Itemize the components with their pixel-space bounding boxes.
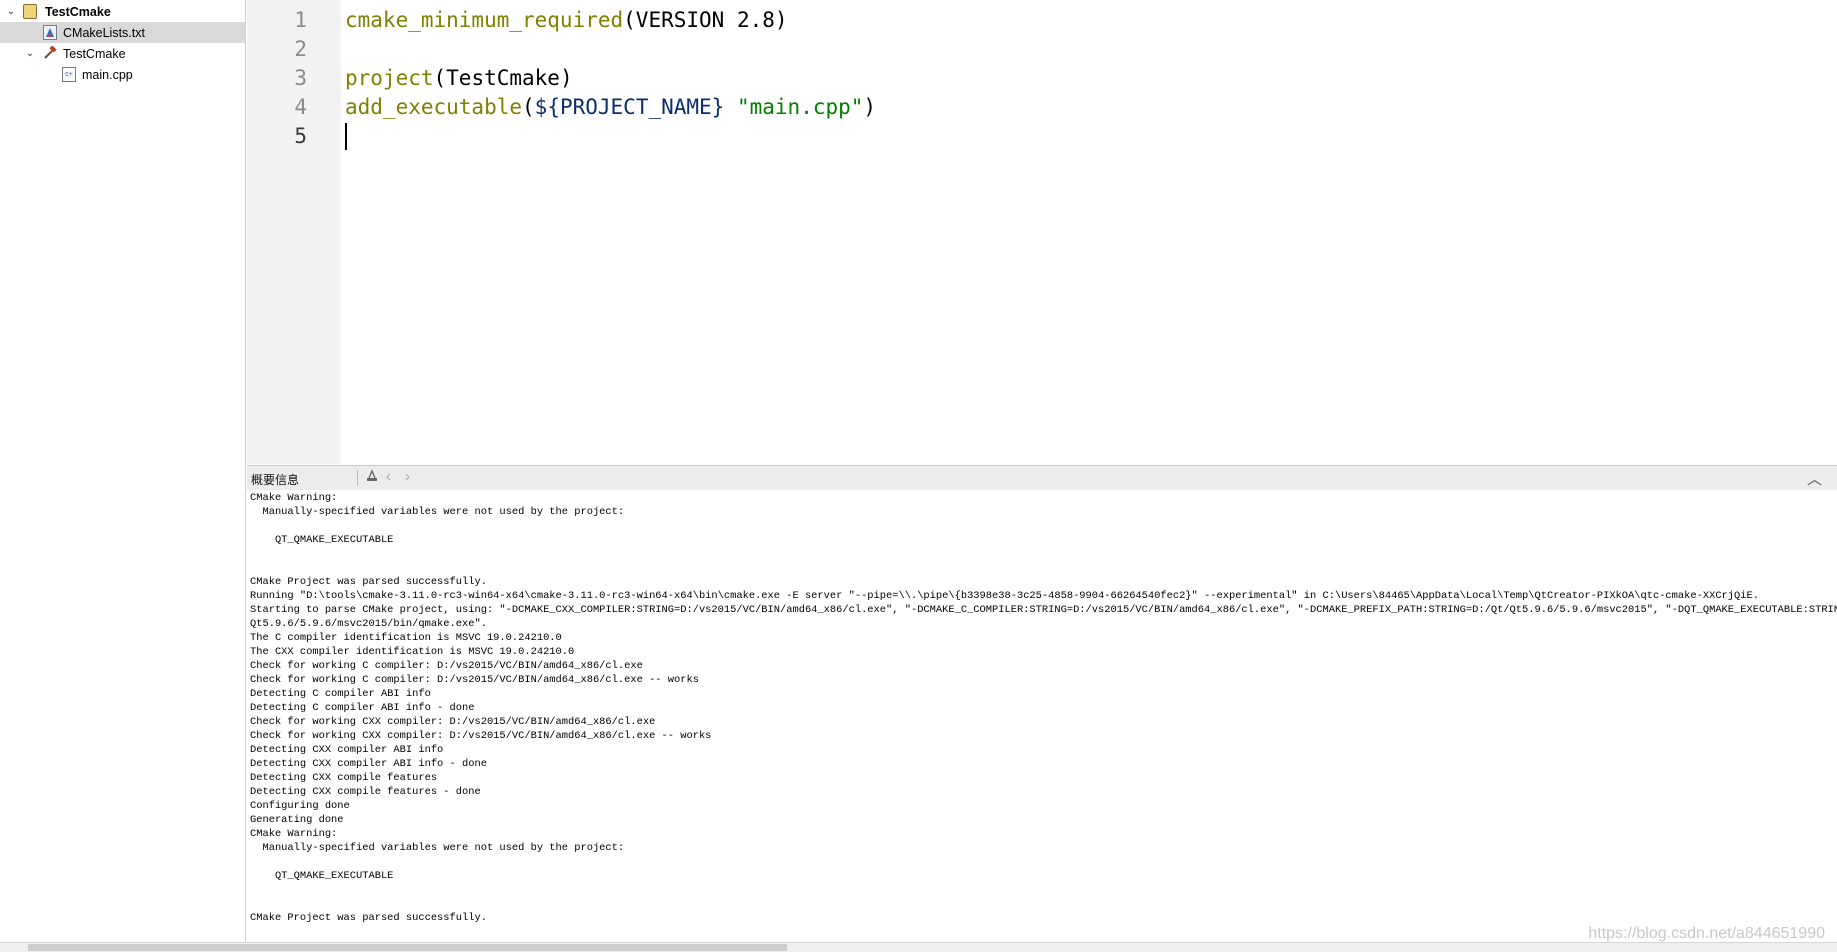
output-line: The C compiler identification is MSVC 19… bbox=[250, 632, 562, 644]
next-icon[interactable]: › bbox=[405, 468, 410, 485]
output-line: QT_QMAKE_EXECUTABLE bbox=[250, 870, 394, 882]
cmake-arguments: (VERSION 2.8) bbox=[623, 8, 788, 32]
cmake-variable: ${PROJECT_NAME} bbox=[534, 95, 725, 119]
output-line: Check for working C compiler: D:/vs2015/… bbox=[250, 660, 643, 672]
cmake-command: add_executable bbox=[345, 95, 523, 119]
tree-item-project-testcmake[interactable]: ⌄ TestCmake bbox=[0, 1, 245, 22]
toolbar-divider bbox=[357, 470, 358, 486]
current-line-number: 5 bbox=[294, 124, 307, 148]
cmake-string: "main.cpp" bbox=[736, 95, 864, 119]
code-line-1: cmake_minimum_required(VERSION 2.8) bbox=[345, 8, 788, 32]
cmake-arguments: (TestCmake) bbox=[433, 66, 573, 90]
collapse-pane-icon[interactable]: ︿ bbox=[1807, 468, 1822, 489]
output-line: The CXX compiler identification is MSVC … bbox=[250, 646, 575, 658]
output-line: CMake Warning: bbox=[250, 828, 338, 840]
output-line: Check for working CXX compiler: D:/vs201… bbox=[250, 730, 712, 742]
output-line: Check for working CXX compiler: D:/vs201… bbox=[250, 716, 656, 728]
output-line: CMake Project was parsed successfully. bbox=[250, 912, 487, 924]
output-line: Detecting CXX compiler ABI info - done bbox=[250, 758, 487, 770]
tree-item-main-cpp[interactable]: c+ main.cpp bbox=[0, 64, 245, 85]
cmake-command: cmake_minimum_required bbox=[345, 8, 624, 32]
line-number: 2 bbox=[294, 37, 307, 61]
output-line: Manually-specified variables were not us… bbox=[250, 842, 625, 854]
line-number: 1 bbox=[294, 8, 307, 32]
cpp-file-icon: c+ bbox=[62, 67, 76, 82]
output-line: Detecting CXX compile features - done bbox=[250, 786, 481, 798]
previous-icon[interactable]: ‹ bbox=[386, 468, 391, 485]
scrollbar-thumb[interactable] bbox=[247, 944, 787, 951]
filter-icon[interactable] bbox=[365, 469, 379, 486]
tree-item-cmakelists[interactable]: CMakeLists.txt bbox=[0, 22, 245, 43]
output-line: Qt5.9.6/5.9.6/msvc2015/bin/qmake.exe". bbox=[250, 618, 487, 630]
output-line: Detecting C compiler ABI info bbox=[250, 688, 431, 700]
tree-item-label: main.cpp bbox=[82, 67, 133, 82]
output-line: CMake Project was parsed successfully. bbox=[250, 576, 487, 588]
code-line-4: add_executable(${PROJECT_NAME} "main.cpp… bbox=[345, 95, 876, 119]
chevron-down-icon[interactable]: ⌄ bbox=[23, 48, 37, 59]
output-line: Check for working C compiler: D:/vs2015/… bbox=[250, 674, 699, 686]
text-caret bbox=[345, 123, 347, 150]
chevron-down-icon[interactable]: ⌄ bbox=[4, 6, 18, 17]
output-line: CMake Warning: bbox=[250, 492, 338, 504]
output-line: Starting to parse CMake project, using: … bbox=[250, 604, 1837, 616]
output-line: Detecting C compiler ABI info - done bbox=[250, 702, 475, 714]
tree-item-label: CMakeLists.txt bbox=[63, 25, 145, 40]
scrollbar-thumb[interactable] bbox=[28, 944, 250, 951]
paren: ) bbox=[863, 95, 877, 119]
output-line: Detecting CXX compile features bbox=[250, 772, 438, 784]
output-pane-title[interactable]: 概要信息 bbox=[251, 471, 299, 488]
hammer-target-icon bbox=[43, 45, 57, 61]
line-number-gutter: 1 2 3 4 5 bbox=[247, 0, 341, 464]
code-editor[interactable]: 1 2 3 4 5 cmake_minimum_required(VERSION… bbox=[247, 0, 1837, 464]
output-pane-toolbar: 概要信息 ‹ › ︿ bbox=[247, 465, 1837, 491]
tree-item-target-testcmake[interactable]: ⌄ TestCmake bbox=[0, 43, 245, 64]
code-line-3: project(TestCmake) bbox=[345, 66, 573, 90]
line-number: 3 bbox=[294, 66, 307, 90]
watermark: https://blog.csdn.net/a844651990 bbox=[1588, 925, 1825, 942]
cmake-command: project bbox=[345, 66, 434, 90]
output-line: Generating done bbox=[250, 814, 344, 826]
output-line: Detecting CXX compiler ABI info bbox=[250, 744, 444, 756]
output-line: Manually-specified variables were not us… bbox=[250, 506, 625, 518]
compile-output: CMake Warning: Manually-specified variab… bbox=[247, 490, 1837, 942]
tree-item-label: TestCmake bbox=[63, 46, 126, 61]
qtcreator-project-icon bbox=[23, 4, 37, 19]
output-line: Configuring done bbox=[250, 800, 350, 812]
output-line: QT_QMAKE_EXECUTABLE bbox=[250, 534, 394, 546]
line-number: 4 bbox=[294, 95, 307, 119]
project-tree: ⌄ TestCmake CMakeLists.txt ⌄ TestCmake c… bbox=[0, 0, 246, 942]
output-line: Running "D:\tools\cmake-3.11.0-rc3-win64… bbox=[250, 590, 1759, 602]
paren: ( bbox=[522, 95, 535, 119]
tree-item-label: TestCmake bbox=[45, 4, 111, 19]
cmake-file-icon bbox=[43, 25, 57, 40]
